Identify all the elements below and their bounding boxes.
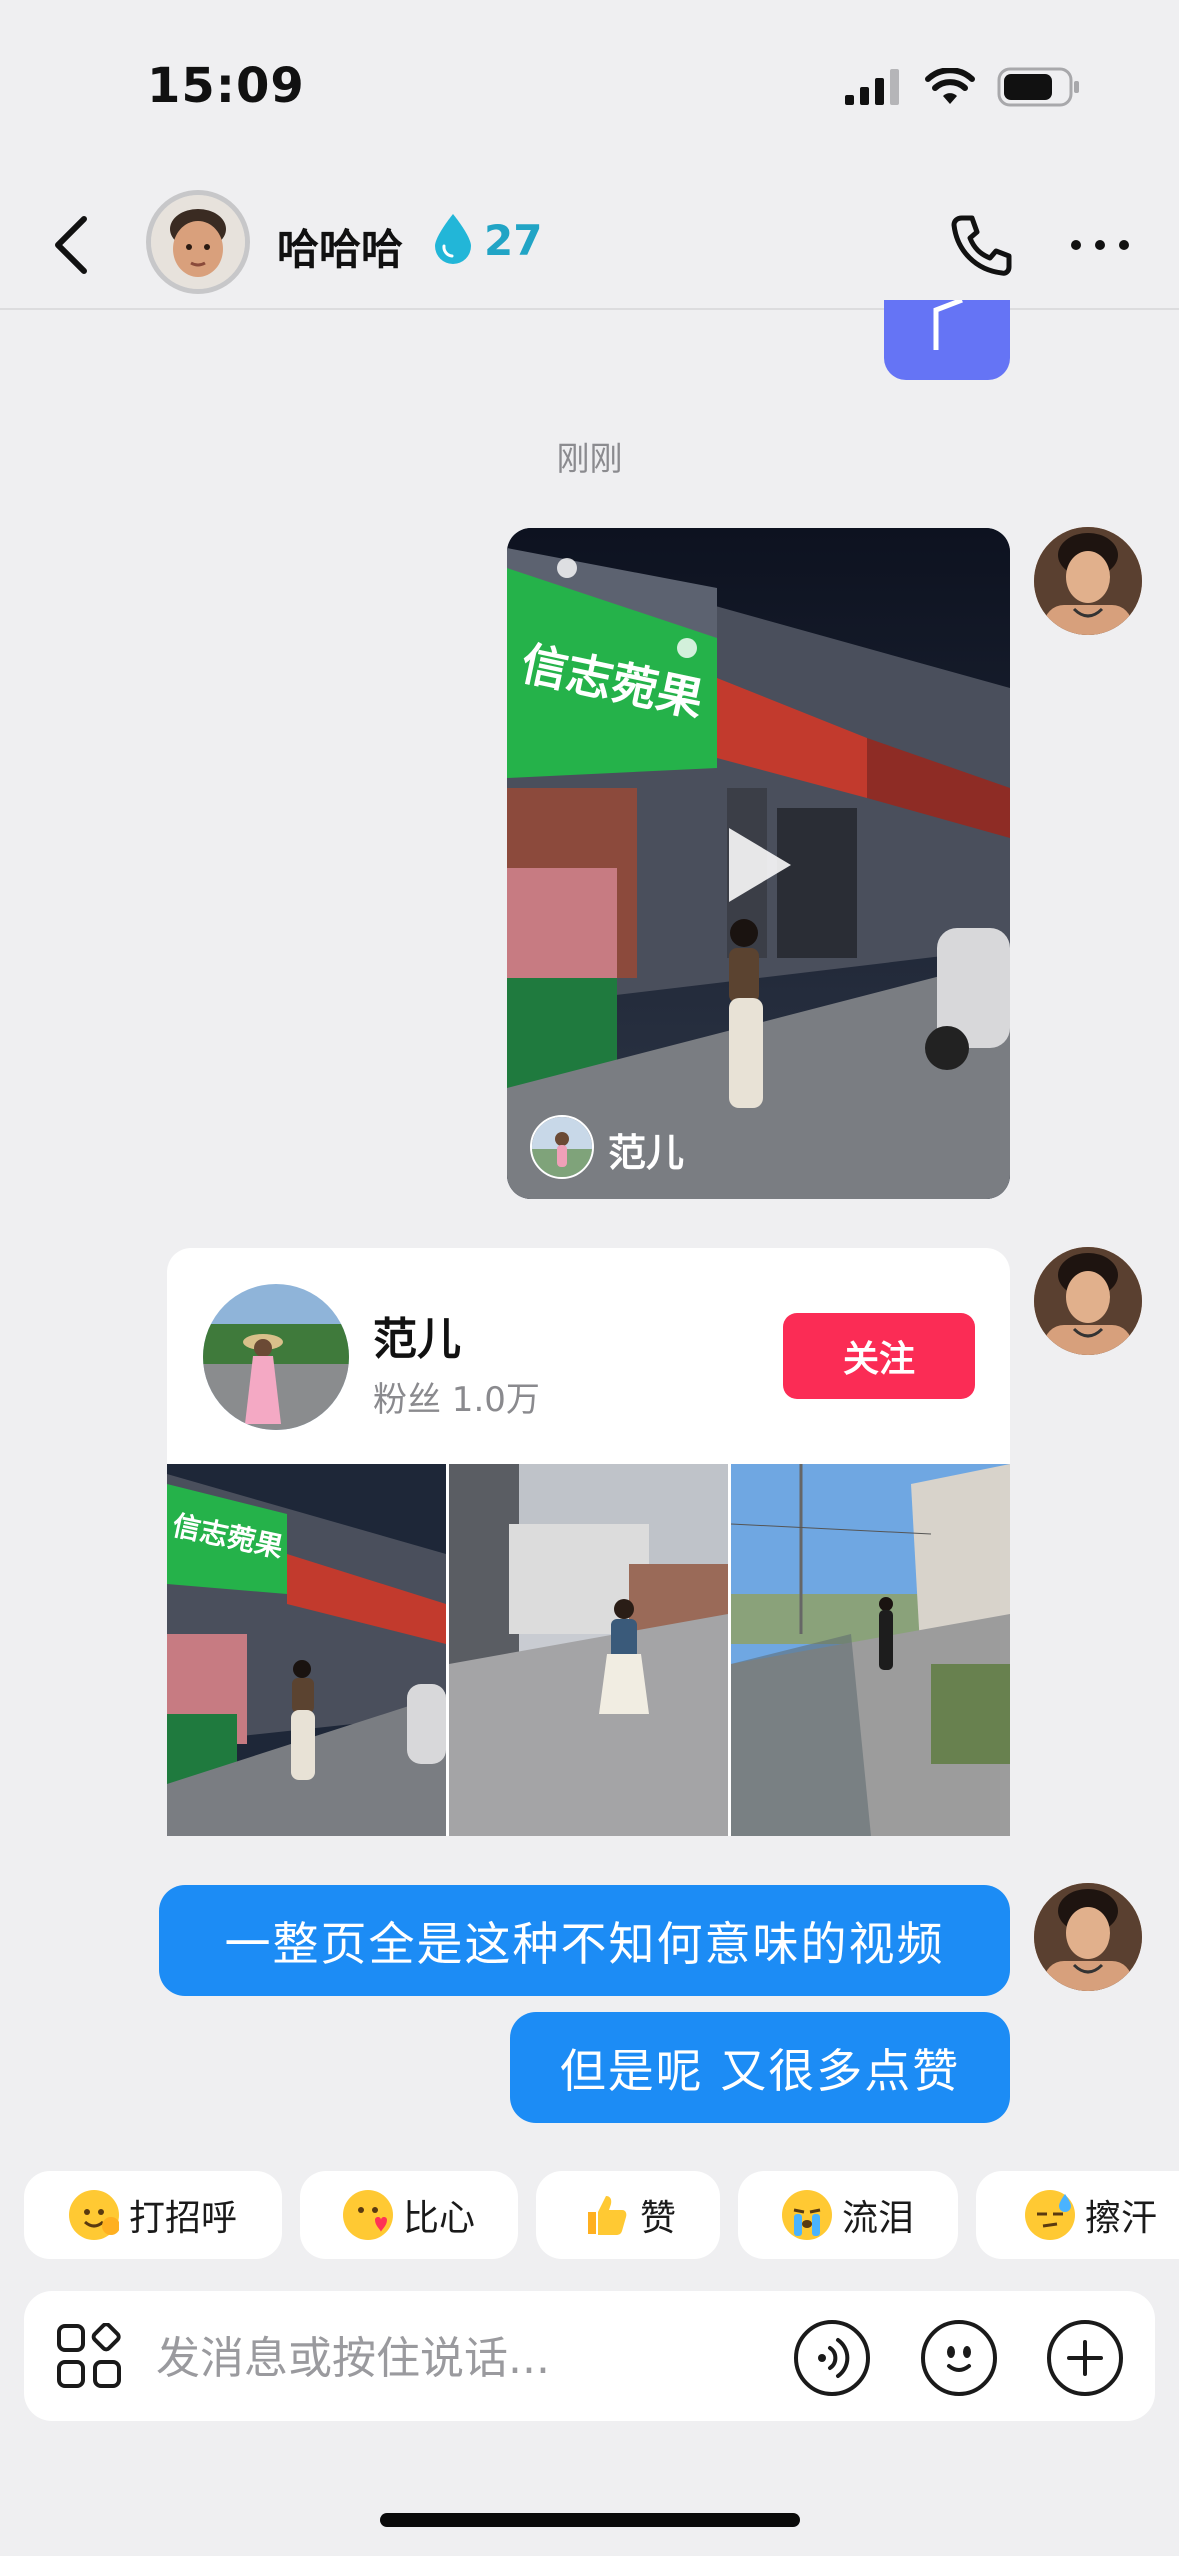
sweating-face-icon <box>1024 2190 1075 2240</box>
thumbs-up-icon <box>580 2190 630 2240</box>
voice-wave-icon <box>818 2338 850 2378</box>
quick-reply-label: 擦汗 <box>1084 2198 1157 2239</box>
wifi-icon <box>925 68 975 104</box>
more-dots-icon <box>1071 240 1129 250</box>
partial-glyph <box>933 297 963 350</box>
quick-reply-chip[interactable]: 擦汗 <box>976 2171 1179 2259</box>
heart-hands-face-icon <box>342 2190 393 2240</box>
card-fans-count: 粉丝 1.0万 <box>373 1380 540 1420</box>
quick-reply-label: 赞 <box>639 2198 676 2239</box>
video-author-avatar <box>530 1115 594 1179</box>
plus-icon <box>1067 2340 1103 2376</box>
quick-reply-label: 打招呼 <box>128 2198 237 2239</box>
my-avatar-image <box>1034 1883 1142 1991</box>
smiley-icon <box>947 2346 971 2372</box>
emoji-button[interactable] <box>921 2320 997 2396</box>
quick-reply-chip[interactable]: 打招呼 <box>24 2171 282 2259</box>
video-author-name: 范儿 <box>608 1131 685 1175</box>
my-avatar[interactable] <box>1034 1883 1142 1991</box>
my-avatar[interactable] <box>1034 527 1142 635</box>
message-timestamp: 刚刚 <box>556 439 623 478</box>
previous-message-bubble[interactable] <box>884 297 1010 380</box>
quick-reply-chip[interactable]: 赞 <box>536 2171 720 2259</box>
status-time: 15:09 <box>147 58 305 114</box>
home-indicator[interactable] <box>380 2513 800 2527</box>
message-input[interactable] <box>156 2328 756 2388</box>
streak-count: 27 <box>484 216 543 265</box>
text-message-bubble[interactable]: 一整页全是这种不知何意味的视频 <box>159 1885 1010 1996</box>
quick-reply-chip[interactable]: 流泪 <box>738 2171 958 2259</box>
crying-face-icon <box>781 2190 832 2240</box>
profile-video-thumbnail[interactable]: 信志菀果 <box>167 1464 446 1836</box>
profile-video-thumbnail[interactable] <box>731 1464 1010 1836</box>
quick-reply-chip[interactable]: 比心 <box>300 2171 518 2259</box>
voice-button[interactable] <box>794 2320 870 2396</box>
contact-name[interactable]: 哈哈哈 <box>277 216 403 277</box>
my-avatar-image <box>1034 527 1142 635</box>
call-button[interactable] <box>946 210 1016 280</box>
signal-icon <box>845 69 899 105</box>
card-profile-name: 范儿 <box>373 1314 461 1365</box>
contact-avatar-image <box>151 195 245 289</box>
text-message-bubble[interactable]: 但是呢 又很多点赞 <box>510 2012 1010 2123</box>
follow-button[interactable]: 关注 <box>783 1313 975 1399</box>
water-drop-icon <box>430 212 476 268</box>
play-icon[interactable] <box>719 820 799 910</box>
profile-video-thumbnail[interactable] <box>449 1464 728 1836</box>
quick-reply-label: 流泪 <box>841 2198 914 2239</box>
waving-face-icon <box>68 2190 120 2240</box>
apps-grid-icon[interactable] <box>56 2322 122 2389</box>
my-avatar-image <box>1034 1247 1142 1355</box>
my-avatar[interactable] <box>1034 1247 1142 1355</box>
add-button[interactable] <box>1047 2320 1123 2396</box>
more-options-button[interactable] <box>1068 225 1132 265</box>
quick-reply-label: 比心 <box>402 2198 475 2239</box>
back-button[interactable] <box>40 205 110 285</box>
card-profile-avatar[interactable] <box>203 1284 349 1430</box>
contact-avatar[interactable] <box>146 190 250 294</box>
chevron-left-icon <box>55 216 87 274</box>
phone-icon <box>951 215 1012 276</box>
status-icons <box>845 62 1081 112</box>
battery-icon <box>997 67 1079 107</box>
